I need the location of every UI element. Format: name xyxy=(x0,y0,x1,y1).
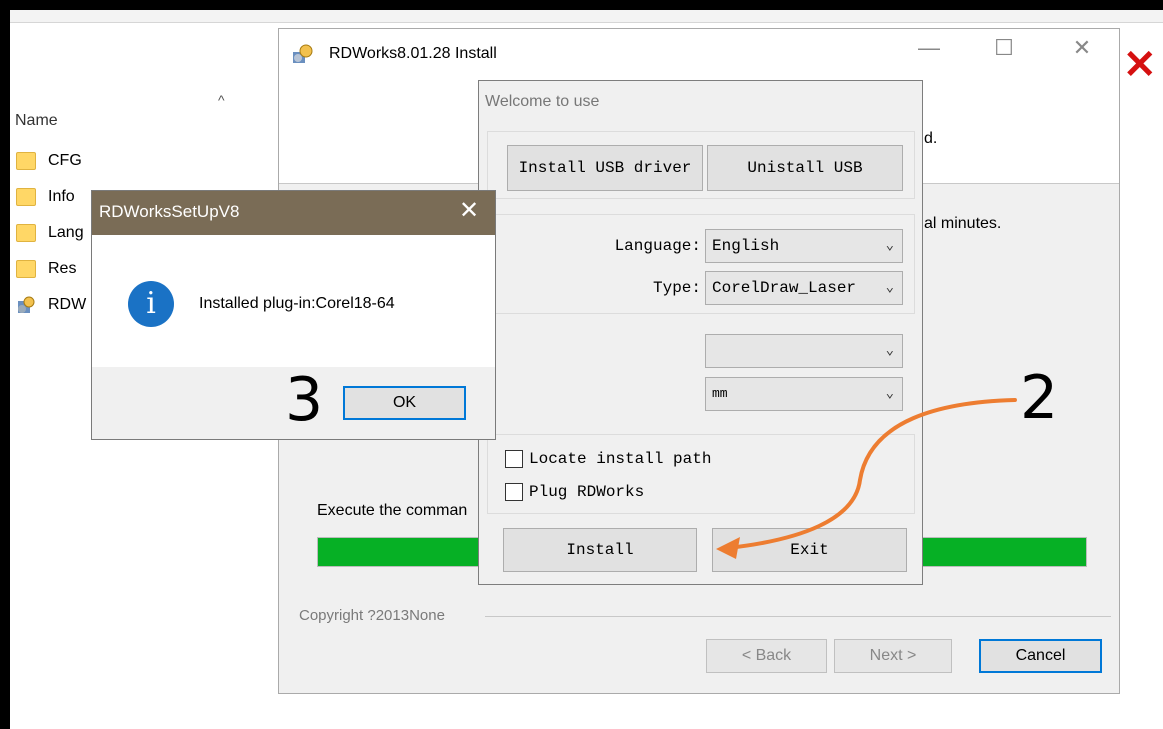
arrowhead-icon xyxy=(716,537,740,559)
annotation-arrow-overlay xyxy=(716,398,1017,559)
step-2-arrow xyxy=(726,398,1017,550)
